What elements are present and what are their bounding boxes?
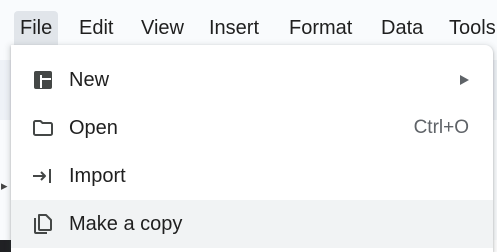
- menu-file[interactable]: File: [14, 11, 59, 45]
- menu-item-new[interactable]: New: [11, 56, 493, 104]
- menu-item-label: Open: [69, 117, 118, 139]
- menubar: File Edit View Insert Format Data Tools: [0, 0, 497, 46]
- copy-icon: [31, 212, 55, 236]
- menu-data[interactable]: Data: [375, 11, 429, 45]
- menu-item-label: Import: [69, 165, 126, 187]
- menu-tools[interactable]: Tools: [443, 11, 497, 45]
- menu-item-open[interactable]: Open Ctrl+O: [11, 104, 493, 152]
- toolbar-background-right: [493, 60, 497, 120]
- menu-edit[interactable]: Edit: [73, 11, 119, 45]
- new-spreadsheet-icon: [31, 68, 55, 92]
- row-expand-icon: ▸: [1, 178, 8, 193]
- menu-format[interactable]: Format: [283, 11, 358, 45]
- menu-insert[interactable]: Insert: [203, 11, 265, 45]
- menu-item-label: Make a copy: [69, 213, 183, 235]
- submenu-arrow-icon: [460, 75, 469, 85]
- file-menu-dropdown: New Open Ctrl+O Import Make a copy: [11, 45, 493, 252]
- import-arrow-icon: [31, 164, 55, 188]
- shortcut-label: Ctrl+O: [413, 117, 469, 138]
- menu-item-make-a-copy[interactable]: Make a copy: [11, 200, 493, 248]
- menu-item-import[interactable]: Import: [11, 152, 493, 200]
- folder-icon: [31, 116, 55, 140]
- toolbar-background: [0, 60, 11, 120]
- menu-item-label: New: [69, 69, 110, 91]
- menu-view[interactable]: View: [135, 11, 190, 45]
